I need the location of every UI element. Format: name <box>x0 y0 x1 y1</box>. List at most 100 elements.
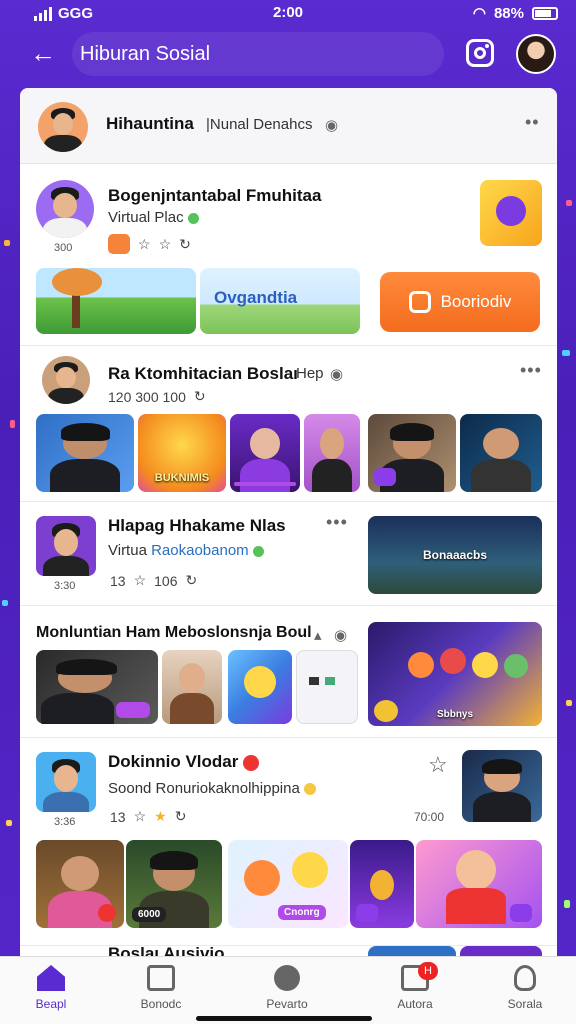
pill-badge <box>98 904 116 922</box>
more-options-icon[interactable]: ••• <box>326 512 348 533</box>
video-thumbnail[interactable] <box>36 650 158 724</box>
cta-button[interactable]: Booriodiv <box>380 272 540 332</box>
confetti <box>6 820 12 826</box>
app-bar: ← Hiburan Sosial <box>0 28 576 80</box>
post-3: 3:30 Hlapag Hhakame Nlas ••• Virtua Raok… <box>20 502 557 606</box>
pill-badge: 6000 <box>132 907 167 922</box>
feed-header: Hihauntina |Nunal Denahcs ◉ •• <box>20 88 557 164</box>
star-icon[interactable]: ☆ <box>134 572 147 589</box>
avatar[interactable] <box>38 102 88 152</box>
share-icon[interactable]: ↻ <box>194 388 206 405</box>
avatar[interactable] <box>36 752 96 812</box>
avatar-count: 3:30 <box>54 580 76 592</box>
post-subtitle: Virtual Plac <box>108 209 199 226</box>
live-icon <box>243 754 260 771</box>
confetti <box>566 200 572 206</box>
avatar[interactable] <box>36 180 94 238</box>
video-thumbnail[interactable] <box>36 414 134 492</box>
nav-home[interactable]: Beapl <box>6 965 96 1011</box>
game-thumbnail[interactable]: BUKNIMIS <box>138 414 226 492</box>
instagram-icon[interactable] <box>466 39 494 67</box>
inbox-icon: H <box>401 962 438 991</box>
nav-profile[interactable]: Sorala <box>480 965 570 1011</box>
game-thumbnail[interactable]: Cnonrg <box>228 840 348 928</box>
star-filled-icon[interactable]: ★ <box>154 808 167 825</box>
header-title: Hihauntina <box>106 114 194 133</box>
game-thumbnail[interactable] <box>480 180 542 246</box>
share-icon[interactable]: ↻ <box>179 236 191 253</box>
video-thumbnail[interactable]: 6000 <box>126 840 222 928</box>
post-title: Dokinnio Vlodar <box>108 752 260 772</box>
globe-icon <box>274 965 300 991</box>
banner-label: Sbbnys <box>436 709 474 720</box>
video-thumbnail[interactable] <box>368 946 456 956</box>
star-icon[interactable]: ☆ <box>134 808 147 825</box>
header-subtitle: |Nunal Denahcs <box>206 116 313 133</box>
game-banner[interactable]: Sbbnys <box>368 622 542 726</box>
post-actions: ☆ ☆ ↻ <box>108 234 191 254</box>
video-thumbnail[interactable] <box>162 650 222 724</box>
post-title: Monluntian Ham Meboslonsnja Boul <box>36 624 312 641</box>
confetti <box>4 240 10 246</box>
video-thumbnail[interactable] <box>368 414 456 492</box>
post-title: Bogenjntantabal Fmuhitaa <box>108 186 322 205</box>
pill-badge <box>356 904 378 922</box>
game-thumbnail[interactable] <box>228 650 292 724</box>
square-icon <box>408 291 431 313</box>
user-icon <box>514 965 536 991</box>
back-arrow-icon[interactable]: ← <box>30 40 56 66</box>
lock-icon: ◉ <box>325 117 339 134</box>
more-options-icon[interactable]: ••• <box>520 360 542 381</box>
favorite-star-icon[interactable]: ☆ <box>428 752 448 778</box>
game-thumbnail[interactable] <box>416 840 542 928</box>
more-options-icon[interactable]: •• <box>525 112 540 133</box>
post-4: Monluntian Ham Meboslonsnja Boul ▴ ◉ Sbb… <box>20 606 557 738</box>
verified-icon <box>252 545 264 557</box>
nav-inbox[interactable]: H Autora <box>370 962 460 1011</box>
avatar[interactable] <box>42 356 90 404</box>
home-indicator <box>196 1016 372 1021</box>
share-icon[interactable]: ↻ <box>175 808 187 825</box>
status-bar: GGG 2:00 ◠ 88% <box>0 0 576 28</box>
star-icon[interactable]: ☆ <box>138 236 151 253</box>
game-thumbnail[interactable] <box>350 840 414 928</box>
pill-badge: Cnonrg <box>278 905 326 920</box>
landscape-thumbnail[interactable] <box>36 268 196 334</box>
profile-avatar[interactable] <box>516 34 556 74</box>
nav-browse[interactable]: Bonodc <box>116 965 206 1011</box>
promo-thumbnail[interactable]: Ovgandtia <box>200 268 360 334</box>
lock-icon: ◉ <box>334 627 348 644</box>
ui-thumbnail[interactable] <box>296 650 358 724</box>
post-title: Boslaı Ausivio <box>108 944 225 956</box>
scene-thumbnail[interactable]: Bonaaacbs <box>368 516 542 594</box>
post-actions: 13 ☆ ★ ↻ <box>110 808 187 825</box>
post-2: Ra Ktomhitacian Boslaı Hep ◉ ••• 120 300… <box>20 346 557 502</box>
video-thumbnail[interactable] <box>36 840 124 928</box>
gift-icon[interactable] <box>108 234 130 254</box>
verified-icon <box>187 212 199 224</box>
battery-percent: 88% <box>493 4 524 22</box>
wifi-icon: ◠ <box>472 5 486 22</box>
confetti <box>566 700 572 706</box>
lock-icon: ◉ <box>330 366 344 383</box>
share-icon[interactable]: ↻ <box>186 572 198 589</box>
video-thumbnail[interactable] <box>462 750 542 822</box>
video-thumbnail[interactable] <box>304 414 360 492</box>
pill-badge <box>510 904 532 922</box>
promo-label: Ovgandtia <box>214 288 298 307</box>
notification-badge: H <box>418 962 438 980</box>
feed-card: Hihauntina |Nunal Denahcs ◉ •• 300 Bogen… <box>20 88 557 956</box>
pin-icon: ▴ <box>314 627 322 644</box>
video-thumbnail[interactable] <box>230 414 300 492</box>
star-icon[interactable]: ☆ <box>159 236 172 253</box>
app-title: Hiburan Sosial <box>72 32 444 76</box>
battery-icon <box>532 6 558 20</box>
post-meta: 120 300 100 ↻ <box>108 388 206 405</box>
post-subtitle: Soond Ronuriokaknolhippina <box>108 780 316 797</box>
window-icon <box>147 965 175 991</box>
avatar[interactable] <box>36 516 96 576</box>
nav-explore[interactable]: Pevarto <box>242 965 332 1011</box>
post-title: Ra Ktomhitacian Boslaı <box>108 364 298 383</box>
video-thumbnail[interactable] <box>460 946 542 956</box>
video-thumbnail[interactable] <box>460 414 542 492</box>
